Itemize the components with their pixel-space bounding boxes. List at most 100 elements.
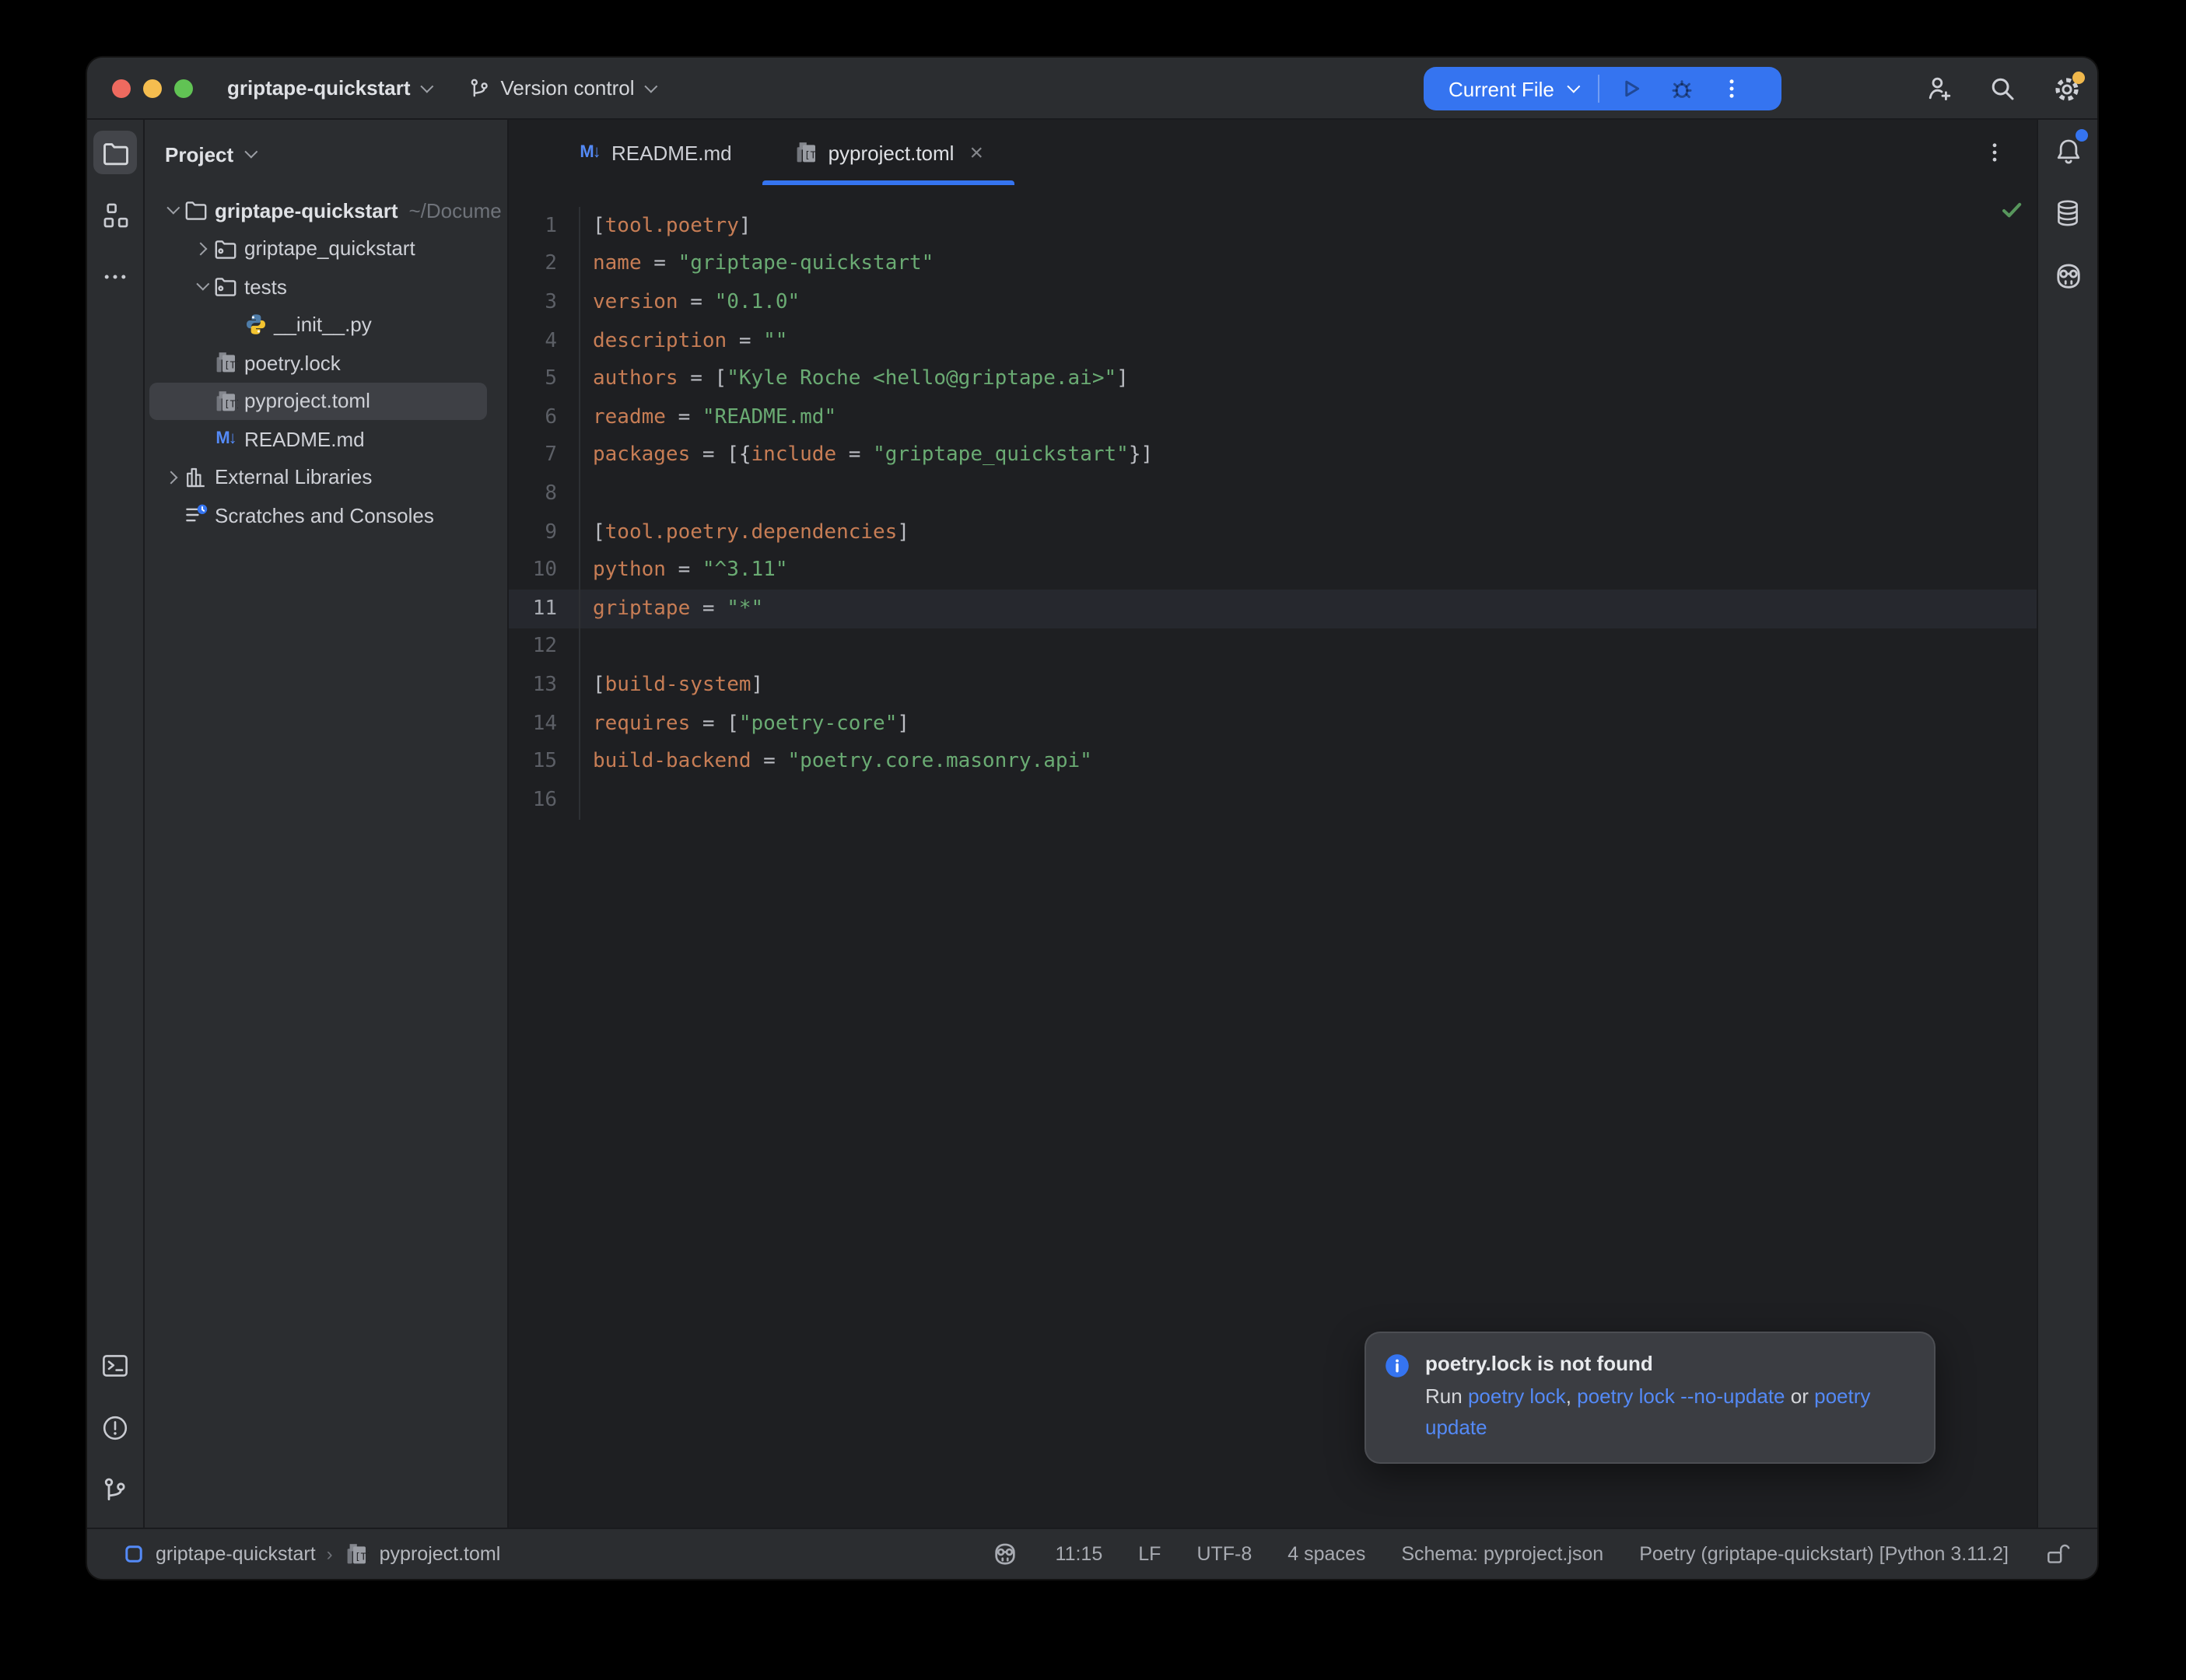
search-everywhere-button[interactable] bbox=[1984, 70, 2021, 107]
add-user-button[interactable] bbox=[1920, 70, 1957, 107]
tab-pyproject-toml[interactable]: [T]pyproject.toml× bbox=[763, 120, 1014, 185]
chevron-right-icon[interactable] bbox=[159, 473, 184, 482]
line-number[interactable]: 3 bbox=[509, 291, 577, 314]
code-line-16: 16 bbox=[509, 781, 2037, 819]
line-number[interactable]: 12 bbox=[509, 635, 577, 659]
debug-button[interactable] bbox=[1666, 73, 1697, 104]
line-number[interactable]: 15 bbox=[509, 750, 577, 773]
line-number[interactable]: 4 bbox=[509, 329, 577, 352]
scratches-icon bbox=[184, 503, 208, 528]
code-line-text: python = "^3.11" bbox=[579, 551, 788, 590]
svg-text:[T]: [T] bbox=[355, 1551, 369, 1563]
line-number[interactable]: 11 bbox=[509, 597, 577, 620]
line-number[interactable]: 8 bbox=[509, 482, 577, 506]
structure-icon bbox=[100, 200, 130, 229]
tree-item-label: tests bbox=[244, 275, 287, 299]
line-number[interactable]: 10 bbox=[509, 558, 577, 582]
tab-label: README.md bbox=[611, 141, 732, 164]
screen: griptape-quickstart Version control Curr… bbox=[0, 0, 2186, 1680]
breadcrumb-item-griptape-quickstart[interactable]: griptape-quickstart bbox=[123, 1543, 316, 1565]
breadcrumb-item-pyproject-toml[interactable]: [T]pyproject.toml bbox=[344, 1542, 501, 1566]
problems-icon bbox=[100, 1412, 131, 1444]
copilot-status-icon[interactable] bbox=[992, 1540, 1020, 1568]
tree-item-label: pyproject.toml bbox=[244, 390, 370, 413]
chevron-down-icon[interactable] bbox=[188, 282, 213, 292]
code-line-12: 12 bbox=[509, 628, 2037, 666]
module-icon bbox=[123, 1543, 145, 1565]
tree-item-label: __init__.py bbox=[274, 313, 372, 337]
toml-icon: [T] bbox=[213, 351, 238, 376]
line-number[interactable]: 16 bbox=[509, 788, 577, 811]
close-tab-icon[interactable]: × bbox=[969, 141, 983, 164]
tab-readme-md[interactable]: M↓README.md bbox=[546, 120, 763, 185]
run-more-button[interactable] bbox=[1721, 76, 1743, 101]
search-icon bbox=[1987, 73, 2018, 104]
code-line-9: 9[tool.poetry.dependencies] bbox=[509, 513, 2037, 551]
chevron-right-icon[interactable] bbox=[188, 244, 213, 254]
line-number[interactable]: 9 bbox=[509, 520, 577, 544]
tree-item-griptape-quickstart[interactable]: griptape-quickstart~/Docume bbox=[145, 191, 507, 229]
ai-assistant-tool-button[interactable] bbox=[2046, 254, 2090, 297]
terminal-tool-button[interactable] bbox=[93, 1344, 137, 1388]
line-number[interactable]: 13 bbox=[509, 674, 577, 697]
database-tool-button[interactable] bbox=[2046, 191, 2090, 235]
file-encoding[interactable]: UTF-8 bbox=[1196, 1543, 1252, 1565]
project-selector[interactable]: griptape-quickstart bbox=[227, 76, 429, 100]
link-poetry-lock[interactable]: poetry lock bbox=[1468, 1384, 1566, 1408]
project-panel-header[interactable]: Project bbox=[145, 120, 507, 188]
project-tool-button[interactable] bbox=[93, 131, 137, 174]
code-line-6: 6readme = "README.md" bbox=[509, 398, 2037, 436]
vcs-selector[interactable]: Version control bbox=[467, 75, 653, 100]
chevron-down-icon[interactable] bbox=[159, 206, 184, 215]
line-number[interactable]: 1 bbox=[509, 215, 577, 238]
debug-icon bbox=[1666, 73, 1697, 104]
code-line-text: [tool.poetry.dependencies] bbox=[579, 513, 909, 551]
titlebar-actions bbox=[1920, 58, 2085, 120]
settings-button[interactable] bbox=[2048, 70, 2085, 107]
close-window-button[interactable] bbox=[112, 79, 131, 97]
code-line-text bbox=[579, 781, 593, 819]
run-button[interactable] bbox=[1615, 73, 1646, 104]
problems-tool-button[interactable] bbox=[93, 1406, 137, 1450]
tree-item-readme-md[interactable]: M↓README.md bbox=[145, 420, 507, 458]
project-panel: Project griptape-quickstart~/Docume gript… bbox=[145, 120, 509, 1528]
tree-item-tests[interactable]: tests bbox=[145, 268, 507, 306]
line-number[interactable]: 5 bbox=[509, 367, 577, 390]
run-config-selector[interactable]: Current File bbox=[1449, 77, 1576, 100]
line-separator[interactable]: LF bbox=[1138, 1543, 1161, 1565]
notifications-tool-button[interactable] bbox=[2046, 129, 2090, 173]
terminal-icon bbox=[100, 1350, 131, 1381]
database-icon bbox=[2052, 198, 2083, 229]
tree-item-label: griptape_quickstart bbox=[244, 237, 415, 261]
json-schema[interactable]: Schema: pyproject.json bbox=[1401, 1543, 1603, 1565]
tree-item-init-py[interactable]: __init__.py bbox=[145, 306, 507, 344]
write-access-lock[interactable] bbox=[2044, 1542, 2071, 1566]
tree-item-poetry-lock[interactable]: [T]poetry.lock bbox=[145, 344, 507, 382]
zoom-window-button[interactable] bbox=[174, 79, 193, 97]
code-line-text: readme = "README.md" bbox=[579, 398, 836, 436]
line-number[interactable]: 7 bbox=[509, 444, 577, 467]
caret-position[interactable]: 11:15 bbox=[1056, 1543, 1103, 1565]
link-poetry-lock-no-update[interactable]: poetry lock --no-update bbox=[1577, 1384, 1785, 1408]
editor-column: M↓README.md[T]pyproject.toml× 1[tool.poe… bbox=[509, 120, 2037, 1528]
indent-style[interactable]: 4 spaces bbox=[1287, 1543, 1365, 1565]
minimize-window-button[interactable] bbox=[143, 79, 162, 97]
code-editor[interactable]: 1[tool.poetry]2name = "griptape-quicksta… bbox=[509, 185, 2037, 1528]
line-number[interactable]: 14 bbox=[509, 712, 577, 735]
ai-assistant-icon bbox=[2051, 259, 2084, 292]
code-line-15: 15build-backend = "poetry.core.masonry.a… bbox=[509, 743, 2037, 781]
line-number[interactable]: 2 bbox=[509, 253, 577, 276]
tree-item-pyproject-toml[interactable]: [T]pyproject.toml bbox=[145, 382, 507, 420]
tree-item-scratches-and-consoles[interactable]: Scratches and Consoles bbox=[145, 496, 507, 534]
notification-body: Run poetry lock, poetry lock --no-update… bbox=[1425, 1381, 1892, 1444]
breadcrumb-separator: › bbox=[327, 1543, 333, 1565]
line-number[interactable]: 6 bbox=[509, 406, 577, 429]
tab-list-more-button[interactable] bbox=[1984, 120, 2006, 185]
code-line-text: authors = ["Kyle Roche <hello@griptape.a… bbox=[579, 360, 1129, 398]
more-tool-windows-button[interactable] bbox=[93, 255, 137, 299]
structure-tool-button[interactable] bbox=[93, 193, 137, 236]
tree-item-external-libraries[interactable]: External Libraries bbox=[145, 458, 507, 496]
python-interpreter[interactable]: Poetry (griptape-quickstart) [Python 3.1… bbox=[1639, 1543, 2009, 1565]
version-control-tool-button[interactable] bbox=[93, 1468, 137, 1512]
tree-item-griptape-quickstart[interactable]: griptape_quickstart bbox=[145, 229, 507, 268]
